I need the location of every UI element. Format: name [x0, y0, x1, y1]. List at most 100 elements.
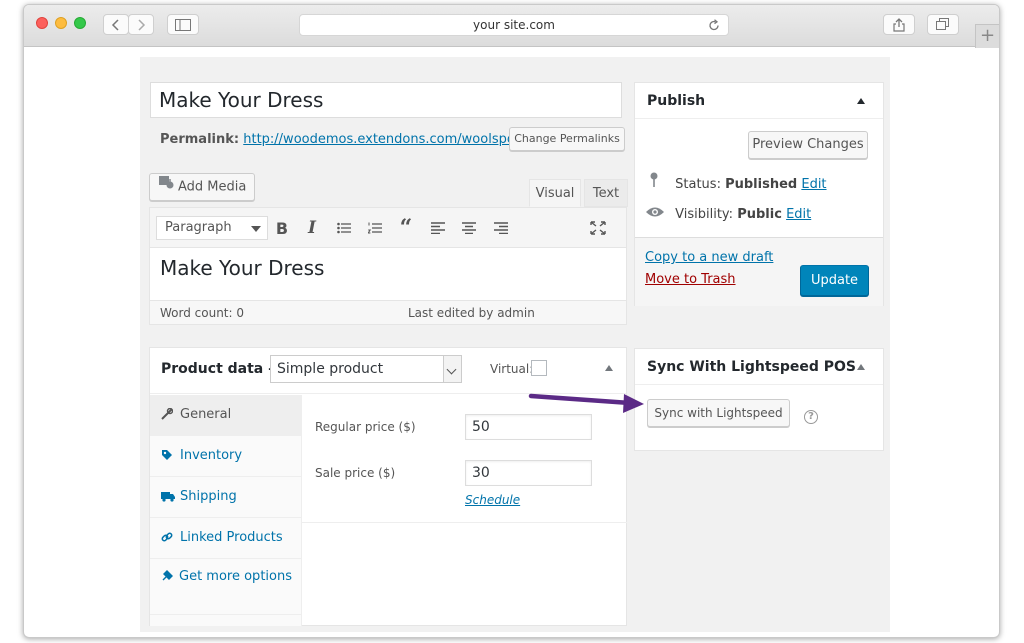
tab-general-label: General: [180, 407, 232, 422]
collapse-toggle-icon[interactable]: [857, 364, 865, 370]
sync-header: Sync With Lightspeed POS: [635, 349, 883, 385]
permalink-url-link[interactable]: http://woodemos.extendons.com/woolspos/?…: [243, 132, 553, 147]
zoom-window-button[interactable]: [74, 17, 86, 29]
blockquote-icon[interactable]: “: [396, 215, 416, 241]
tab-inventory[interactable]: Inventory: [150, 436, 302, 477]
chevron-down-icon: [443, 356, 461, 382]
format-select[interactable]: Paragraph: [156, 216, 268, 240]
tab-linked-products[interactable]: Linked Products: [150, 518, 302, 559]
sync-title: Sync With Lightspeed POS: [647, 359, 857, 375]
tab-shipping[interactable]: Shipping: [150, 477, 302, 518]
tabs-icon: [936, 18, 949, 30]
align-right-icon[interactable]: [491, 218, 511, 238]
status-label: Status:: [675, 177, 721, 192]
edit-visibility-link[interactable]: Edit: [786, 207, 811, 222]
preview-changes-button[interactable]: Preview Changes: [748, 131, 868, 159]
product-type-select[interactable]: Simple product: [270, 355, 462, 383]
wrench-icon: [161, 407, 174, 424]
minimize-window-button[interactable]: [55, 17, 67, 29]
sidebar-toggle-button[interactable]: [167, 14, 199, 35]
help-icon[interactable]: ?: [804, 410, 818, 424]
tabs-overview-button[interactable]: [927, 14, 959, 35]
add-media-label: Add Media: [178, 179, 247, 195]
back-button[interactable]: [103, 14, 129, 35]
schedule-link[interactable]: Schedule: [465, 493, 520, 507]
italic-icon[interactable]: I: [302, 218, 322, 238]
product-data-tabs: General Inventory Shipping Linked Produc…: [150, 395, 302, 626]
regular-price-input[interactable]: 50: [465, 414, 592, 440]
sidebar-icon: [175, 18, 191, 31]
numbered-list-icon[interactable]: [365, 218, 385, 238]
permalink-row: Permalink: http://woodemos.extendons.com…: [160, 132, 553, 147]
browser-titlebar: your site.com +: [24, 5, 999, 48]
permalink-label: Permalink:: [160, 132, 240, 147]
tab-get-more-options-label: Get more options: [179, 569, 292, 584]
forward-button[interactable]: [128, 14, 154, 35]
virtual-label: Virtual:: [490, 362, 534, 376]
product-data-box: Product data — Simple product Virtual: G…: [149, 347, 627, 626]
truck-icon: [161, 490, 175, 506]
visibility-row: Visibility: Public Edit: [645, 206, 811, 222]
divider: [302, 522, 627, 523]
status-row: Status: Published Edit: [649, 172, 827, 192]
product-data-title: Product data —: [161, 361, 283, 377]
visibility-label: Visibility:: [675, 207, 734, 222]
close-window-button[interactable]: [36, 17, 48, 29]
editor-toolbar: Paragraph B I “: [150, 208, 626, 248]
tab-get-more-options[interactable]: Get more options: [150, 559, 302, 615]
tab-inventory-label: Inventory: [180, 448, 243, 463]
plugin-icon: [161, 567, 179, 589]
wp-edit-screen: Make Your Dress Permalink: http://woodem…: [140, 57, 890, 632]
editor-status-bar: Word count: 0 Last edited by admin: [149, 300, 627, 325]
bullet-list-icon[interactable]: [334, 218, 354, 238]
tag-icon: [161, 449, 173, 465]
align-center-icon[interactable]: [459, 218, 479, 238]
bold-icon[interactable]: B: [272, 218, 292, 238]
editor-content[interactable]: Make Your Dress: [160, 256, 324, 280]
publish-actions: Copy to a new draft Move to Trash Update: [635, 237, 883, 306]
publish-title: Publish: [647, 93, 706, 109]
sync-lightspeed-box: Sync With Lightspeed POS Sync with Light…: [634, 348, 884, 451]
reload-icon[interactable]: [708, 18, 720, 38]
product-type-value: Simple product: [277, 361, 384, 377]
align-left-icon[interactable]: [428, 218, 448, 238]
share-icon: [893, 17, 905, 32]
tab-visual[interactable]: Visual: [529, 179, 581, 207]
collapse-toggle-icon[interactable]: [605, 365, 613, 371]
visibility-value: Public: [737, 207, 782, 222]
publish-box: Publish Preview Changes Status: Publishe…: [634, 82, 884, 306]
address-bar[interactable]: your site.com: [299, 14, 729, 36]
publish-header: Publish: [635, 83, 883, 119]
collapse-toggle-icon[interactable]: [857, 98, 865, 104]
tab-general[interactable]: General: [150, 395, 302, 436]
copy-to-draft-link[interactable]: Copy to a new draft: [645, 250, 773, 265]
last-edited: Last edited by admin: [408, 306, 535, 320]
tab-text[interactable]: Text: [584, 179, 628, 207]
tab-linked-products-label: Linked Products: [180, 530, 283, 545]
fullscreen-icon[interactable]: [588, 218, 608, 238]
link-icon: [161, 531, 173, 547]
tab-shipping-label: Shipping: [180, 489, 237, 504]
chevron-left-icon: [111, 18, 119, 31]
move-to-trash-link[interactable]: Move to Trash: [645, 272, 736, 287]
product-data-header: Product data — Simple product Virtual:: [150, 348, 626, 394]
virtual-checkbox[interactable]: [531, 360, 547, 376]
regular-price-label: Regular price ($): [315, 420, 416, 434]
post-title-input[interactable]: Make Your Dress: [150, 82, 622, 118]
share-button[interactable]: [883, 14, 915, 35]
change-permalinks-button[interactable]: Change Permalinks: [509, 127, 625, 151]
sale-price-input[interactable]: 30: [465, 460, 592, 486]
pin-icon: [649, 172, 671, 192]
new-tab-button[interactable]: +: [975, 24, 999, 48]
caret-down-icon: [251, 226, 261, 232]
word-count: Word count: 0: [160, 306, 245, 320]
edit-status-link[interactable]: Edit: [801, 177, 826, 192]
update-button[interactable]: Update: [800, 265, 869, 296]
plus-icon: +: [979, 25, 996, 46]
address-bar-text: your site.com: [473, 18, 555, 32]
chevron-right-icon: [138, 18, 146, 31]
add-media-button[interactable]: Add Media: [149, 173, 255, 201]
sync-with-lightspeed-button[interactable]: Sync with Lightspeed: [647, 399, 790, 427]
browser-window: your site.com + Make Your Dress Permalin…: [23, 4, 1000, 638]
sale-price-label: Sale price ($): [315, 466, 396, 480]
